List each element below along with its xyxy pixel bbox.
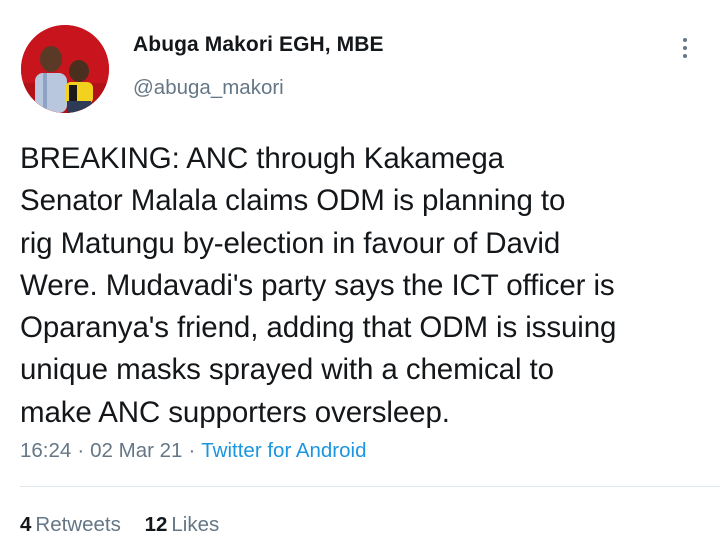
tweet-card: Abuga Makori EGH, MBE @abuga_makori BREA… xyxy=(0,0,720,545)
tweet-text-line: Were. Mudavadi's party says the ICT offi… xyxy=(20,268,615,302)
tweet-time[interactable]: 16:24 xyxy=(20,439,71,462)
tweet-text-line: unique masks sprayed with a chemical to xyxy=(20,353,554,387)
retweets-count: 4 xyxy=(20,513,32,536)
user-handle[interactable]: @abuga_makori xyxy=(133,76,284,100)
meta-separator: · xyxy=(188,439,196,462)
tweet-text-line: BREAKING: ANC through Kakamega xyxy=(20,142,504,175)
vertical-ellipsis-icon xyxy=(683,38,687,42)
avatar[interactable] xyxy=(21,25,109,113)
retweets-label: Retweets xyxy=(35,513,121,536)
tweet-text-line: Senator Malala claims ODM is planning to xyxy=(20,184,566,218)
likes-stat[interactable]: 12 Likes xyxy=(145,513,220,536)
display-name[interactable]: Abuga Makori EGH, MBE xyxy=(133,33,384,57)
tweet-text-line: Oparanya's friend, adding that ODM is is… xyxy=(20,311,617,345)
retweets-stat[interactable]: 4 Retweets xyxy=(20,513,121,536)
tweet-source-link[interactable]: Twitter for Android xyxy=(201,439,366,462)
tweet-meta: 16:24 · 02 Mar 21 · Twitter for Android xyxy=(20,439,367,463)
tweet-text-line: rig Matungu by-election in favour of Dav… xyxy=(20,226,561,260)
likes-count: 12 xyxy=(144,513,168,536)
tweet-date[interactable]: 02 Mar 21 xyxy=(90,439,182,462)
more-options-button[interactable] xyxy=(672,33,698,63)
vertical-ellipsis-icon xyxy=(683,46,687,50)
tweet-text: BREAKING: ANC through Kakamega Senator M… xyxy=(20,138,710,434)
meta-separator: · xyxy=(77,439,85,462)
divider xyxy=(20,486,720,487)
tweet-stats: 4 Retweets 12 Likes xyxy=(20,513,237,537)
likes-label: Likes xyxy=(171,513,220,536)
profile-photo-icon xyxy=(21,25,109,113)
vertical-ellipsis-icon xyxy=(683,54,687,58)
tweet-text-line: make ANC supporters oversleep. xyxy=(20,395,450,429)
